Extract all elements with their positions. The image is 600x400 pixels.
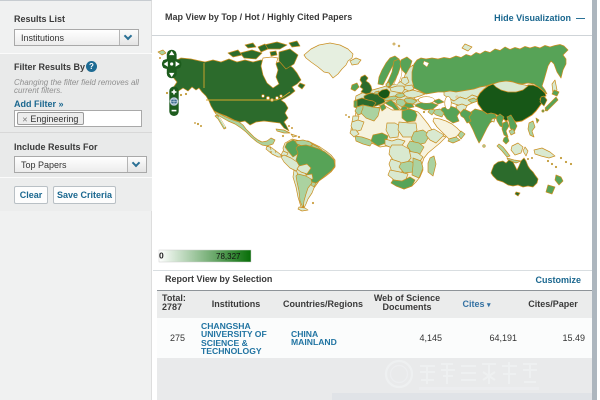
svg-text:0: 0 <box>159 251 164 261</box>
svg-text:78,327: 78,327 <box>216 252 241 261</box>
